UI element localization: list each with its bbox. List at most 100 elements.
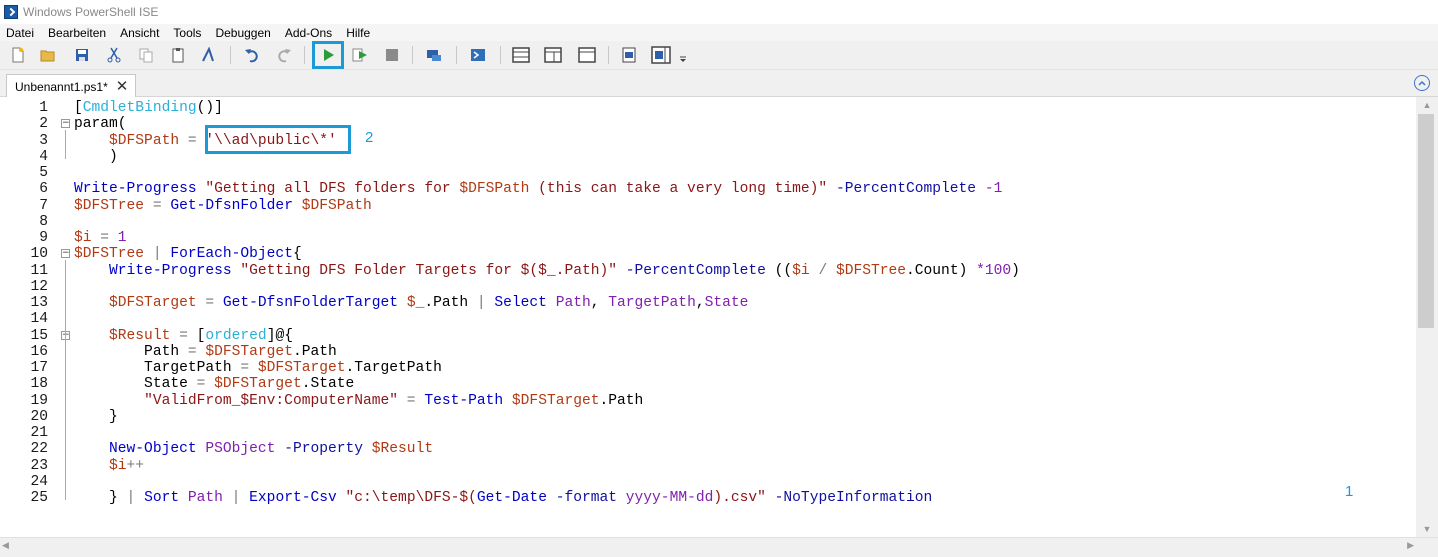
vertical-scrollbar[interactable]: ▲ ▼: [1416, 97, 1438, 537]
code-line[interactable]: 16 Path = $DFSTarget.Path: [0, 344, 1416, 360]
code-line[interactable]: 1 [CmdletBinding()]: [0, 100, 1416, 116]
new-script-button[interactable]: [8, 44, 28, 66]
code-text: param(: [74, 116, 127, 132]
horizontal-scrollbar[interactable]: ◀ ▶: [0, 537, 1438, 557]
save-button[interactable]: [72, 44, 92, 66]
scroll-right-icon[interactable]: ▶: [1407, 540, 1414, 551]
code-line[interactable]: 23 $i++: [0, 458, 1416, 474]
code-line[interactable]: 8: [0, 214, 1416, 230]
code-token: "c:\temp\DFS-$(: [345, 490, 477, 506]
code-line[interactable]: 18 State = $DFSTarget.State: [0, 376, 1416, 392]
new-remote-tab-icon: [427, 50, 441, 61]
code-token: -1: [976, 181, 1003, 198]
scroll-left-icon[interactable]: ◀: [2, 540, 9, 551]
code-token: =: [144, 197, 171, 214]
paste-button[interactable]: [168, 44, 188, 66]
scroll-thumb[interactable]: [1418, 114, 1434, 328]
code-line[interactable]: 25 } | Sort Path | Export-Csv "c:\temp\D…: [0, 490, 1416, 506]
cut-button[interactable]: [104, 44, 124, 66]
code-line[interactable]: 22 New-Object PSObject -Property $Result: [0, 441, 1416, 457]
show-command-addon-button[interactable]: [651, 44, 671, 66]
code-token: $i: [792, 262, 810, 279]
start-powershell-button[interactable]: [468, 44, 488, 66]
tab-close-icon[interactable]: ✕: [116, 79, 129, 94]
code-line[interactable]: 15− $Result = [ordered]@{: [0, 328, 1416, 344]
clear-console-button[interactable]: [198, 44, 218, 66]
code-token: -PercentComplete: [617, 262, 766, 279]
show-script-top-icon: [512, 47, 530, 63]
show-script-right-button[interactable]: [543, 44, 563, 66]
code-token: Export-Csv: [249, 490, 337, 506]
fold-toggle-icon[interactable]: −: [61, 249, 70, 259]
code-token: yyyy-MM-dd: [625, 490, 714, 506]
toolbar-separator: [412, 46, 413, 64]
menu-ansicht[interactable]: Ansicht: [120, 26, 159, 40]
code-token: {: [292, 246, 302, 263]
show-command-window-button[interactable]: [619, 44, 639, 66]
open-button[interactable]: [38, 44, 58, 66]
code-token: $DFSPath: [459, 181, 530, 198]
code-token: Path: [187, 490, 223, 506]
code-line[interactable]: 10 − $DFSTree | ForEach-Object{: [0, 246, 1416, 262]
annotation-box-path: [205, 125, 351, 154]
fold-guide: [65, 130, 66, 159]
menu-datei[interactable]: Datei: [6, 26, 34, 40]
show-script-max-button[interactable]: [577, 44, 597, 66]
code-token: ]@{: [266, 327, 293, 344]
code-token: -PercentComplete: [827, 181, 977, 198]
line-number: 2: [39, 116, 48, 133]
scroll-up-icon[interactable]: ▲: [1416, 97, 1438, 113]
stop-button[interactable]: [382, 44, 402, 66]
code-line[interactable]: 5: [0, 165, 1416, 181]
code-token: .Path: [599, 392, 644, 409]
code-line[interactable]: 9 $i = 1: [0, 230, 1416, 246]
redo-button[interactable]: [274, 44, 294, 66]
code-token: ForEach-Object: [170, 246, 293, 263]
menu-debuggen[interactable]: Debuggen: [215, 26, 270, 40]
code-token: Test-Path: [424, 392, 504, 409]
code-token: /: [809, 262, 836, 279]
undo-icon: [245, 49, 258, 63]
code-line[interactable]: 24: [0, 474, 1416, 490]
tab-script-unbenannt1[interactable]: Unbenannt1.ps1* ✕: [6, 74, 136, 98]
code-token: -Property: [275, 441, 364, 458]
menu-hilfe[interactable]: Hilfe: [346, 26, 370, 40]
toolbar-overflow-button[interactable]: [677, 44, 689, 66]
code-token: |: [476, 295, 495, 311]
collapse-script-pane-button[interactable]: [1414, 75, 1430, 91]
undo-button[interactable]: [242, 44, 262, 66]
code-line[interactable]: 17 TargetPath = $DFSTarget.TargetPath: [0, 360, 1416, 376]
code-token: Get-DfsnFolderTarget: [222, 295, 399, 311]
code-line[interactable]: 21: [0, 425, 1416, 441]
code-token: Get-DfsnFolder: [170, 197, 293, 214]
code-line[interactable]: 7 $DFSTree = Get-DfsnFolder $DFSPath: [0, 198, 1416, 214]
code-token: $DFSTree: [835, 262, 907, 279]
menu-add-ons[interactable]: Add-Ons: [285, 26, 332, 40]
code-line[interactable]: 6 Write-Progress "Getting all DFS folders…: [0, 181, 1416, 197]
show-script-top-button[interactable]: [511, 44, 531, 66]
code-line[interactable]: 14: [0, 311, 1416, 327]
code-line[interactable]: 13 $DFSTarget = Get-DfsnFolderTarget $_.…: [0, 295, 1416, 311]
menu-tools[interactable]: Tools: [173, 26, 201, 40]
code-line[interactable]: 19 "ValidFrom_$Env:ComputerName" = Test-…: [0, 393, 1416, 409]
code-line[interactable]: 12: [0, 279, 1416, 295]
menu-bearbeiten[interactable]: Bearbeiten: [48, 26, 106, 40]
run-selection-button[interactable]: [350, 44, 370, 66]
fold-guide: [65, 341, 66, 419]
paste-icon: [172, 48, 184, 63]
scroll-down-icon[interactable]: ▼: [1416, 521, 1438, 537]
code-text: $i++: [74, 458, 144, 474]
script-editor[interactable]: 1 [CmdletBinding()] 2− param(3 $DFSPath = '…: [0, 97, 1416, 537]
copy-button[interactable]: [136, 44, 156, 66]
code-line[interactable]: 20 }: [0, 409, 1416, 425]
code-token: =: [187, 343, 206, 360]
new-remote-tab-button[interactable]: [424, 44, 444, 66]
code-line[interactable]: 11 Write-Progress "Getting DFS Folder Ta…: [0, 263, 1416, 279]
toolbar: [0, 41, 1438, 70]
fold-toggle-icon[interactable]: −: [61, 119, 70, 129]
